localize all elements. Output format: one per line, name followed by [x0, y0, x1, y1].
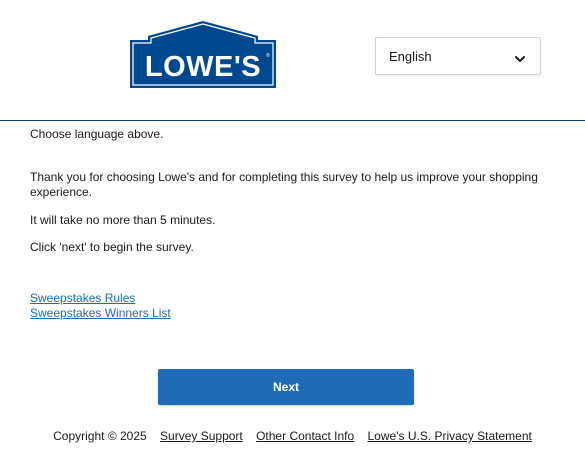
- lowes-logo: LOWE'S ®: [130, 21, 276, 88]
- sweepstakes-links: Sweepstakes Rules Sweepstakes Winners Li…: [30, 291, 171, 321]
- svg-text:LOWE'S: LOWE'S: [145, 51, 261, 83]
- footer: Copyright © 2025 Survey Support Other Co…: [0, 429, 585, 443]
- language-select[interactable]: English: [375, 37, 541, 75]
- copyright-text: Copyright © 2025: [53, 429, 147, 443]
- privacy-statement-link[interactable]: Lowe's U.S. Privacy Statement: [368, 429, 532, 443]
- sweepstakes-rules-link[interactable]: Sweepstakes Rules: [30, 291, 171, 306]
- other-contact-link[interactable]: Other Contact Info: [256, 429, 354, 443]
- svg-text:®: ®: [266, 52, 270, 59]
- survey-support-link[interactable]: Survey Support: [160, 429, 243, 443]
- choose-language-text: Choose language above.: [30, 127, 164, 141]
- language-select-value: English: [389, 49, 432, 64]
- thank-you-text: Thank you for choosing Lowe's and for co…: [30, 170, 538, 199]
- duration-text: It will take no more than 5 minutes.: [30, 213, 216, 227]
- instruction-text: Click 'next' to begin the survey.: [30, 240, 194, 254]
- survey-page: LOWE'S ® English Choose language above. …: [0, 0, 585, 469]
- next-button[interactable]: Next: [158, 369, 414, 405]
- sweepstakes-winners-link[interactable]: Sweepstakes Winners List: [30, 306, 171, 321]
- chevron-down-icon: [514, 51, 526, 62]
- header: LOWE'S ® English: [0, 0, 585, 121]
